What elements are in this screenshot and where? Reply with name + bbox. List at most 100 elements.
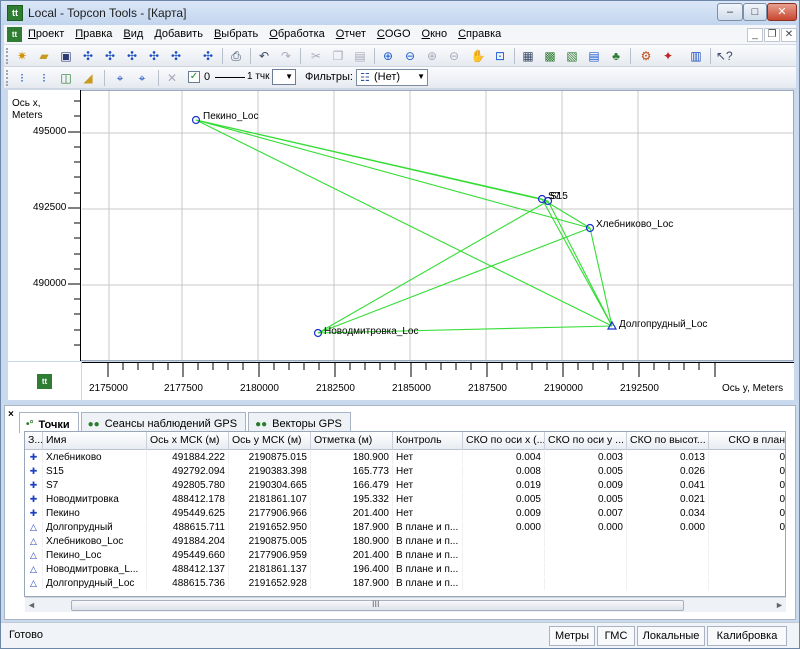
- row-name: Новодмитровка_L...: [43, 563, 147, 576]
- measure-icon[interactable]: ⌖: [134, 70, 150, 86]
- table-row[interactable]: △ Пекино_Loc 495449.660 2177906.959 201.400 В…: [25, 549, 785, 562]
- filter-select[interactable]: ☷ (Нет) ▼: [356, 69, 428, 86]
- table-row[interactable]: △ Новодмитровка_L... 488412.137 2181861.137…: [25, 563, 785, 576]
- table-row[interactable]: △ Хлебниково_Loc 491884.204 2190875.005 180.…: [25, 535, 785, 548]
- open-folder-icon[interactable]: ▰: [36, 48, 52, 64]
- menu-select[interactable]: Выбрать: [214, 28, 258, 40]
- show-labels-icon[interactable]: ⁝: [36, 70, 52, 86]
- tree-icon[interactable]: ♣: [608, 48, 624, 64]
- menu-window[interactable]: Окно: [422, 28, 448, 40]
- calibration-button[interactable]: Калибровка: [707, 626, 787, 646]
- document-icon[interactable]: tt: [7, 27, 22, 42]
- add-station-icon[interactable]: ✣: [124, 48, 140, 64]
- column-header-sd-h[interactable]: СКО по высот...: [627, 432, 709, 450]
- line-width-select[interactable]: ▼: [272, 69, 296, 85]
- zoom-out-icon[interactable]: ⊖: [402, 48, 418, 64]
- toolbar-grip[interactable]: [6, 48, 9, 64]
- coords-local-button[interactable]: Локальные: [637, 626, 705, 646]
- column-header-name[interactable]: Имя: [43, 432, 147, 450]
- menu-help[interactable]: Справка: [458, 28, 501, 40]
- table-row[interactable]: ✚ Новодмитровка 488412.178 2181861.107 195.3…: [25, 493, 785, 506]
- process-icon[interactable]: ⚙: [638, 48, 654, 64]
- menu-process[interactable]: Обработка: [269, 28, 324, 40]
- redo-icon[interactable]: ↷: [278, 48, 294, 64]
- zoom-window-icon[interactable]: ⊕: [424, 48, 440, 64]
- menu-cogo[interactable]: COGO: [377, 28, 411, 40]
- table-row[interactable]: ✚ Пекино 495449.625 2177906.966 201.400 Нет 0.…: [25, 507, 785, 520]
- table-view-icon[interactable]: ▦: [520, 48, 536, 64]
- scroll-thumb[interactable]: III: [71, 599, 684, 611]
- row-elevation: 165.773: [311, 465, 393, 478]
- map-view[interactable]: Пекино_Loc S7 S15 Хлебниково_Loc Долгопр…: [8, 90, 794, 361]
- tab-points[interactable]: •° Точки: [19, 412, 79, 433]
- menu-project[interactable]: Проект: [28, 28, 64, 40]
- table-row[interactable]: ✚ S7 492805.780 2190304.665 166.479 Нет 0.019 0…: [25, 479, 785, 492]
- toolbar-grip[interactable]: [6, 70, 9, 86]
- print-icon[interactable]: ⎙: [228, 48, 244, 64]
- copy-icon[interactable]: ❐: [330, 48, 346, 64]
- menu-view[interactable]: Вид: [123, 28, 143, 40]
- angle-dms-button[interactable]: ГМС: [597, 626, 635, 646]
- save-icon[interactable]: ▣: [58, 48, 74, 64]
- table-row[interactable]: △ Долгопрудный 488615.711 2191652.950 187.90…: [25, 521, 785, 534]
- mdi-restore-button[interactable]: ❐: [764, 28, 780, 42]
- report-view-icon[interactable]: ▤: [586, 48, 602, 64]
- add-image-icon[interactable]: ✣: [168, 48, 184, 64]
- show-vectors-icon[interactable]: ◫: [58, 70, 74, 86]
- scroll-left-icon[interactable]: ◄: [27, 600, 36, 610]
- undo-icon[interactable]: ↶: [256, 48, 272, 64]
- column-header-sd-x[interactable]: СКО по оси x (...: [463, 432, 545, 450]
- table-row[interactable]: ✚ S15 492792.094 2190383.398 165.773 Нет 0.008…: [25, 465, 785, 478]
- show-points-icon[interactable]: ⁝: [14, 70, 30, 86]
- help-pointer-icon[interactable]: ↖?: [716, 48, 733, 64]
- menu-report[interactable]: Отчет: [336, 28, 366, 40]
- add-point-icon[interactable]: ✣: [80, 48, 96, 64]
- row-sd-h: 0.021: [627, 493, 709, 506]
- zoom-previous-icon[interactable]: ⊖: [446, 48, 462, 64]
- pan-hand-icon[interactable]: ✋: [470, 48, 486, 64]
- column-header-elevation[interactable]: Отметка (м): [311, 432, 393, 450]
- filter-icon: ☷: [360, 72, 370, 84]
- mdi-close-button[interactable]: ✕: [781, 28, 797, 42]
- close-button[interactable]: ✕: [767, 3, 797, 21]
- menu-add[interactable]: Добавить: [154, 28, 203, 40]
- occupation-view-icon[interactable]: ▧: [564, 48, 580, 64]
- map-canvas[interactable]: Пекино_Loc S7 S15 Хлебниково_Loc Долгопр…: [9, 91, 794, 361]
- adjust-icon[interactable]: ✦: [660, 48, 676, 64]
- tab-gps-sessions[interactable]: ●● Сеансы наблюдений GPS: [80, 412, 247, 432]
- column-header-y[interactable]: Ось y МСК (м): [229, 432, 311, 450]
- map-corner: tt: [8, 362, 82, 400]
- mdi-minimize-button[interactable]: _: [747, 28, 763, 42]
- show-ellipses-icon[interactable]: ◢: [80, 70, 96, 86]
- column-header-sd-y[interactable]: СКО по оси y ...: [545, 432, 627, 450]
- column-header-control[interactable]: Контроль: [393, 432, 463, 450]
- add-gps-icon[interactable]: ✣: [102, 48, 118, 64]
- snap-icon[interactable]: ⌖: [112, 70, 128, 86]
- delete-icon[interactable]: ✕: [164, 70, 180, 86]
- scroll-right-icon[interactable]: ►: [775, 600, 784, 610]
- units-meters-button[interactable]: Метры: [549, 626, 595, 646]
- points-table[interactable]: З... Имя Ось x МСК (м) Ось y МСК (м) Отм…: [24, 431, 786, 597]
- minimize-button[interactable]: –: [717, 3, 743, 21]
- map-view-icon[interactable]: ▩: [542, 48, 558, 64]
- layer-checkbox[interactable]: ✓: [188, 71, 200, 83]
- paste-icon[interactable]: ▤: [352, 48, 368, 64]
- horizontal-scrollbar[interactable]: ◄ III ►: [25, 597, 786, 612]
- add-target-icon[interactable]: ✣: [200, 48, 216, 64]
- column-header-sd-plan[interactable]: СКО в план: [709, 432, 785, 450]
- new-project-icon[interactable]: ✷: [14, 48, 30, 64]
- maximize-button[interactable]: □: [743, 3, 767, 21]
- config-icon[interactable]: ▥: [688, 48, 704, 64]
- column-header-status[interactable]: З...: [25, 432, 43, 450]
- table-row[interactable]: ✚ Хлебниково 491884.222 2190875.015 180.900 Н…: [25, 451, 785, 464]
- add-vector-icon[interactable]: ✣: [146, 48, 162, 64]
- map-settings-icon[interactable]: tt: [37, 374, 52, 389]
- tab-gps-vectors[interactable]: ●● Векторы GPS: [248, 412, 351, 432]
- menu-edit[interactable]: Правка: [75, 28, 112, 40]
- column-header-x[interactable]: Ось x МСК (м): [147, 432, 229, 450]
- panel-close-icon[interactable]: ×: [8, 409, 14, 420]
- cut-icon[interactable]: ✂: [308, 48, 324, 64]
- zoom-extents-icon[interactable]: ⊡: [492, 48, 508, 64]
- zoom-in-icon[interactable]: ⊕: [380, 48, 396, 64]
- table-row[interactable]: △ Долгопрудный_Loc 488615.736 2191652.928 18…: [25, 577, 785, 590]
